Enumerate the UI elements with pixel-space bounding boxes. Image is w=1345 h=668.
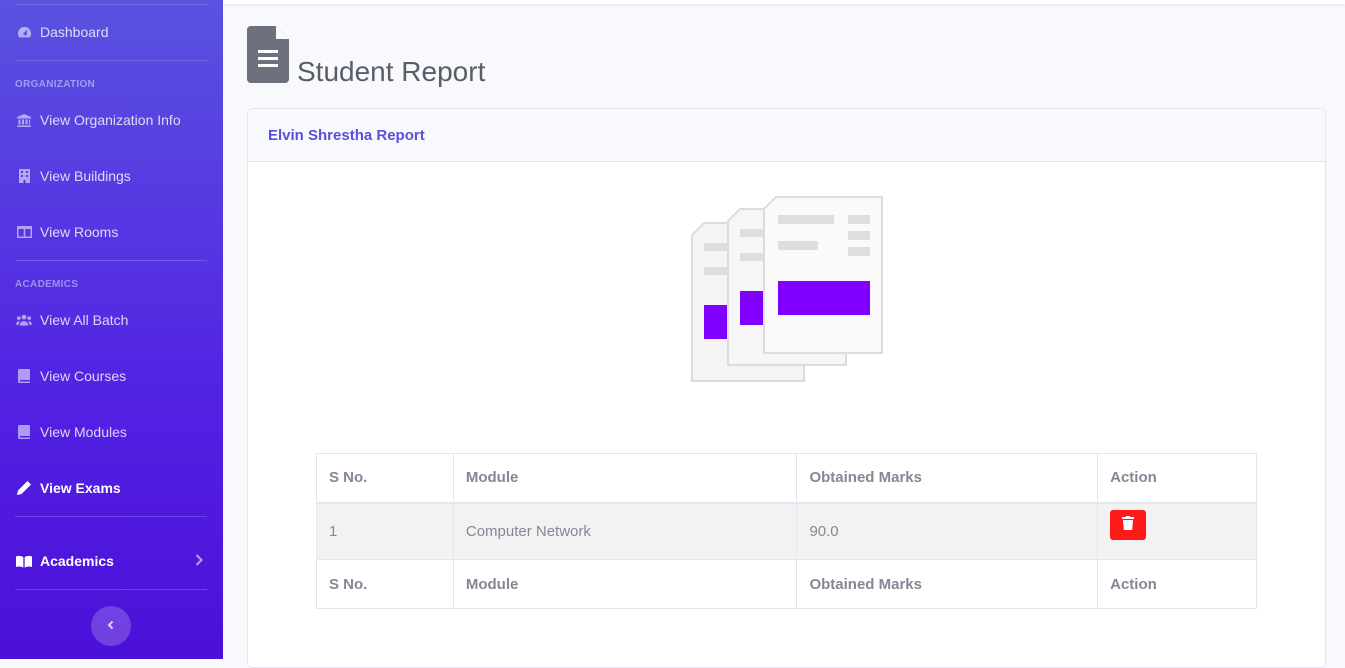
sidebar-divider bbox=[15, 516, 207, 517]
chevron-left-icon bbox=[107, 617, 115, 635]
column-header: S No. bbox=[316, 453, 454, 504]
users-icon bbox=[16, 312, 32, 328]
report-documents-illustration bbox=[690, 195, 886, 390]
sidebar-item-label: Dashboard bbox=[40, 24, 109, 40]
sidebar-item-label: View Modules bbox=[40, 424, 127, 440]
sidebar-item-academics[interactable]: Academics bbox=[0, 543, 223, 579]
column-header: Obtained Marks bbox=[796, 453, 1099, 504]
cell-sno: 1 bbox=[316, 502, 454, 560]
sidebar-toggle-button[interactable] bbox=[91, 606, 131, 646]
sidebar-divider bbox=[15, 4, 207, 5]
page-title: Student Report bbox=[297, 56, 486, 87]
sidebar-item-buildings[interactable]: View Buildings bbox=[0, 158, 223, 194]
sidebar-item-courses[interactable]: View Courses bbox=[0, 358, 223, 394]
delete-button[interactable] bbox=[1110, 509, 1147, 540]
sidebar-item-label: View Courses bbox=[40, 368, 127, 384]
building-icon bbox=[16, 168, 32, 184]
book-open-icon bbox=[16, 553, 32, 569]
sidebar-divider bbox=[15, 260, 207, 261]
sidebar-item-rooms[interactable]: View Rooms bbox=[0, 214, 223, 250]
trash-icon bbox=[1122, 516, 1135, 533]
sidebar-item-label: View Organization Info bbox=[40, 112, 181, 128]
column-header: Action bbox=[1097, 453, 1257, 504]
sidebar-divider bbox=[15, 60, 207, 61]
report-card: Elvin Shrestha Report S No. Module Obtai… bbox=[247, 108, 1326, 668]
book-icon bbox=[16, 424, 32, 440]
cell-action bbox=[1097, 502, 1257, 560]
chevron-right-icon bbox=[195, 553, 203, 569]
tachometer-icon bbox=[16, 24, 32, 40]
column-footer: Obtained Marks bbox=[796, 559, 1099, 609]
pencil-icon bbox=[16, 480, 32, 496]
sidebar-item-label: View Rooms bbox=[40, 224, 119, 240]
sidebar-heading-academics: ACADEMICS bbox=[15, 279, 79, 290]
university-icon bbox=[16, 112, 32, 128]
sidebar-item-organization-info[interactable]: View Organization Info bbox=[0, 102, 223, 138]
page-header: Student Report bbox=[247, 26, 485, 88]
sidebar-item-all-batch[interactable]: View All Batch bbox=[0, 302, 223, 338]
sidebar-item-exams[interactable]: View Exams bbox=[0, 470, 223, 506]
sidebar: Dashboard ORGANIZATION View Organization… bbox=[0, 0, 223, 659]
column-header: Module bbox=[452, 453, 798, 504]
sidebar-item-label: View Buildings bbox=[40, 168, 131, 184]
table-footer-row: S No. Module Obtained Marks Action bbox=[316, 559, 1257, 609]
sidebar-item-label: Academics bbox=[40, 553, 114, 569]
topbar bbox=[223, 0, 1345, 4]
card-header: Elvin Shrestha Report bbox=[248, 109, 1325, 162]
sidebar-item-label: View All Batch bbox=[40, 312, 129, 328]
column-footer: Action bbox=[1097, 559, 1257, 609]
table-header-row: S No. Module Obtained Marks Action bbox=[316, 453, 1257, 504]
columns-icon bbox=[16, 224, 32, 240]
sidebar-divider bbox=[15, 589, 207, 590]
sidebar-item-label: View Exams bbox=[40, 480, 121, 496]
cell-marks: 90.0 bbox=[796, 502, 1099, 560]
report-table: S No. Module Obtained Marks Action 1 Com… bbox=[316, 453, 1257, 609]
sidebar-heading-organization: ORGANIZATION bbox=[15, 79, 96, 90]
file-text-icon bbox=[247, 26, 289, 88]
cell-module: Computer Network bbox=[452, 502, 798, 560]
sidebar-item-dashboard[interactable]: Dashboard bbox=[0, 14, 223, 50]
column-footer: S No. bbox=[316, 559, 454, 609]
column-footer: Module bbox=[452, 559, 798, 609]
table-row: 1 Computer Network 90.0 bbox=[316, 502, 1257, 560]
sidebar-item-modules[interactable]: View Modules bbox=[0, 414, 223, 450]
book-icon bbox=[16, 368, 32, 384]
